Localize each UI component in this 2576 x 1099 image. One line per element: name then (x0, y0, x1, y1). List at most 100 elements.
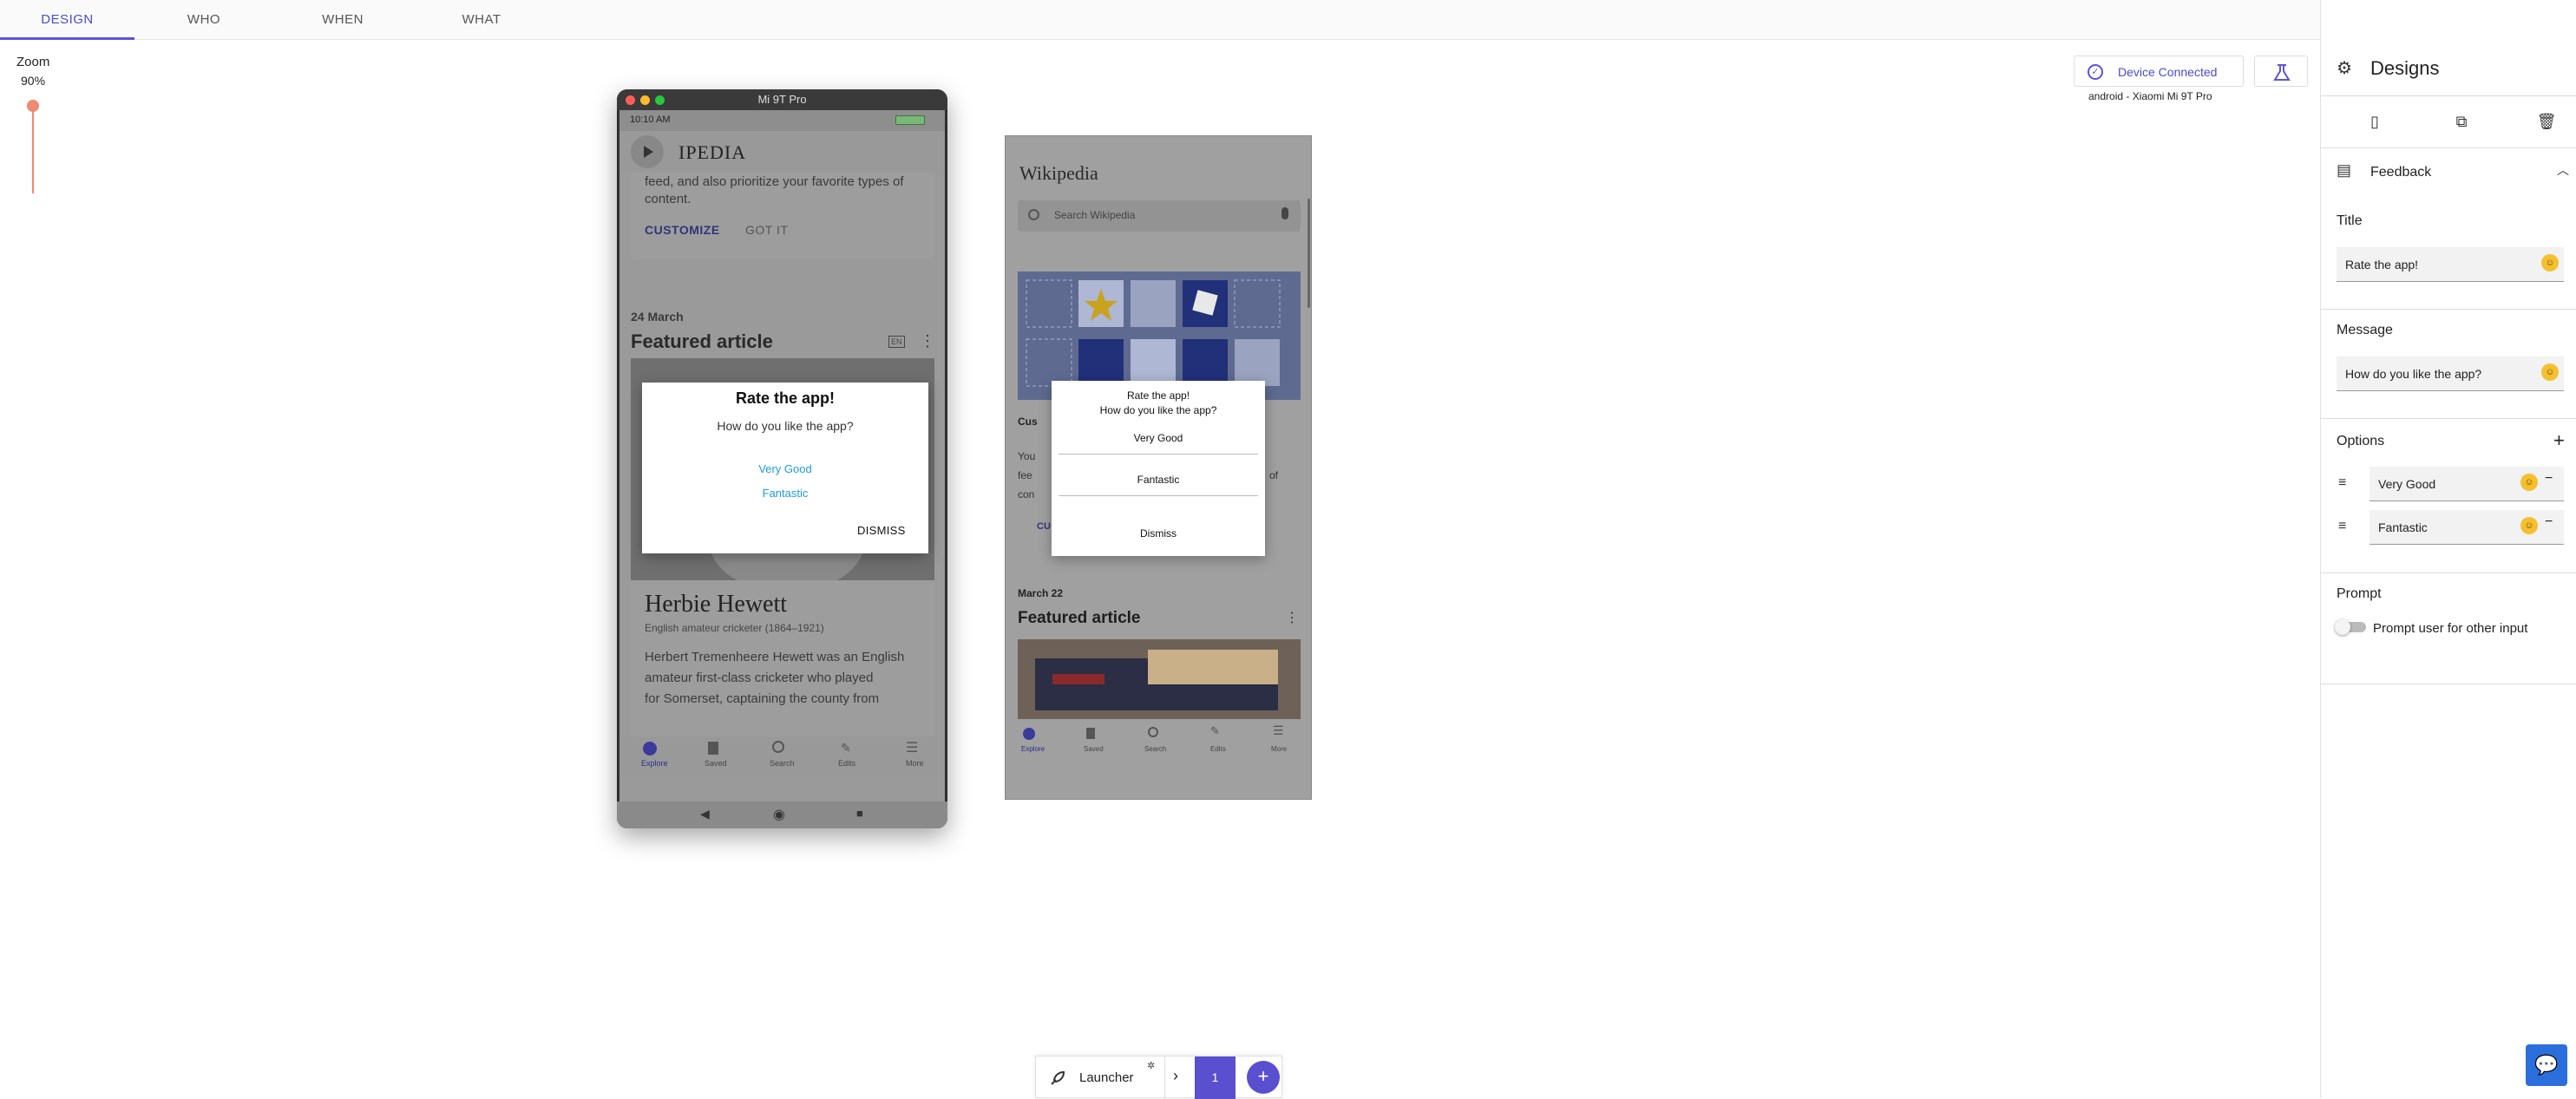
article-title: Herbie Hewett (645, 591, 788, 618)
card-text-2: fee (1018, 469, 1032, 481)
emoji-icon[interactable]: ☺ (2541, 363, 2559, 381)
add-screen-button[interactable]: + (1247, 1061, 1280, 1094)
launcher-label[interactable]: Launcher (1079, 1070, 1134, 1085)
device-titlebar: Mi 9T Pro (617, 89, 947, 110)
language-badge: EN (888, 336, 905, 348)
battery-icon (895, 115, 925, 125)
nav-search[interactable]: Search (770, 759, 795, 768)
preview-scrollbar[interactable] (1308, 199, 1310, 308)
got-it-button[interactable]: GOT IT (745, 223, 788, 237)
message-input[interactable]: How do you like the app? (2337, 357, 2564, 391)
device-info: android - Xiaomi Mi 9T Pro (2088, 90, 2212, 102)
nav-more[interactable]: More (906, 759, 924, 768)
card-text-1: You (1018, 450, 1036, 462)
page-1-button[interactable]: 1 (1195, 1056, 1236, 1099)
device-connected-button[interactable]: ✓ Device Connected (2074, 56, 2244, 87)
tab-design[interactable]: DESIGN (0, 0, 134, 40)
tab-when[interactable]: WHEN (273, 0, 412, 40)
trash-icon[interactable]: 🗑 (2536, 111, 2557, 132)
preview-nav-explore[interactable]: Explore (1021, 745, 1045, 753)
preview-nav-edits[interactable]: Edits (1210, 745, 1226, 753)
nav-edits[interactable]: Edits (838, 759, 855, 768)
options-label: Options (2337, 434, 2385, 448)
wikipedia-logo: Wikipedia (1019, 162, 1098, 184)
preview-option-fantastic[interactable]: Fantastic (1052, 474, 1265, 486)
preview-dialog-message: How do you like the app? (1099, 404, 1217, 416)
card-link-partial[interactable]: CU (1037, 521, 1051, 532)
tab-what[interactable]: WHAT (412, 0, 551, 40)
zoom-slider-track[interactable] (32, 100, 34, 193)
phone-icon[interactable]: ▯ (2364, 111, 2385, 132)
add-option-icon[interactable]: + (2553, 429, 2565, 452)
gear-icon[interactable]: ✲ (1147, 1060, 1155, 1071)
recents-icon[interactable]: ■ (856, 807, 863, 820)
dialog-option-very-good[interactable]: Very Good (642, 462, 928, 475)
search-icon (1148, 727, 1158, 737)
check-circle-icon: ✓ (2088, 64, 2103, 80)
design-preview[interactable]: Wikipedia Search Wikipedia Cus You fee c… (1005, 135, 1312, 800)
edit-icon: ✎ (1210, 724, 1220, 737)
tab-who[interactable]: WHO (134, 0, 273, 40)
dialog-option-fantastic[interactable]: Fantastic (642, 487, 928, 500)
app-title: IPEDIA (678, 141, 747, 163)
article-line-2: amateur first-class cricketer who played (645, 671, 874, 685)
card-text: feed, and also prioritize your favorite … (645, 174, 904, 189)
chat-icon[interactable]: 💬 (2526, 1044, 2567, 1086)
divider (2321, 309, 2576, 310)
preview-option-very-good[interactable]: Very Good (1052, 432, 1265, 444)
divider (1164, 1056, 1165, 1099)
preview-more-icon[interactable]: ⋮ (1285, 609, 1299, 626)
preview-nav-saved[interactable]: Saved (1084, 745, 1104, 753)
nav-explore[interactable]: Explore (641, 759, 668, 768)
zoom-slider-thumb[interactable] (27, 100, 39, 112)
dialog-dismiss-button[interactable]: DISMISS (857, 524, 906, 537)
emoji-icon[interactable]: ☺ (2520, 474, 2538, 491)
divider (2321, 147, 2576, 148)
chevron-right-icon[interactable]: › (1173, 1067, 1178, 1085)
customize-card: feed, and also prioritize your favorite … (631, 173, 934, 259)
explore-icon (643, 742, 657, 756)
status-bar: 10:10 AM (619, 110, 945, 131)
app-bottom-nav: Explore Saved Search Edits More ✎ ☰ (619, 736, 945, 775)
drag-handle-icon[interactable]: ≡ (2338, 475, 2346, 491)
remove-option-icon[interactable]: − (2545, 514, 2553, 530)
preview-dialog-title: Rate the app! (1126, 389, 1190, 402)
card-title-partial: Cus (1018, 415, 1038, 428)
preview-date: March 22 (1018, 587, 1064, 599)
sliders-icon: ⚙ (2337, 59, 2352, 78)
zoom-value: 90% (21, 74, 46, 88)
flask-icon (2273, 64, 2291, 81)
play-button[interactable] (631, 135, 664, 168)
emoji-icon[interactable]: ☺ (2541, 254, 2559, 271)
feedback-section-title: Feedback (2370, 165, 2432, 180)
preview-featured-heading: Featured article (1018, 609, 1141, 627)
nav-saved[interactable]: Saved (705, 759, 727, 768)
title-input[interactable]: Rate the app! (2337, 247, 2564, 282)
close-window-button[interactable] (626, 95, 635, 105)
preview-search-bar[interactable]: Search Wikipedia (1018, 200, 1301, 232)
prompt-toggle[interactable] (2335, 619, 2366, 635)
dialog-title: Rate the app! (735, 389, 835, 407)
prompt-toggle-label: Prompt user for other input (2373, 621, 2528, 636)
card-text-right: of (1269, 469, 1279, 481)
test-button[interactable] (2254, 56, 2308, 87)
drag-handle-icon[interactable]: ≡ (2338, 519, 2346, 534)
preview-dismiss-button[interactable]: Dismiss (1052, 527, 1265, 540)
emoji-icon[interactable]: ☺ (2520, 517, 2538, 534)
more-options-icon[interactable]: ⋮ (920, 332, 935, 350)
featured-heading: Featured article (631, 330, 773, 352)
minimize-window-button[interactable] (640, 95, 650, 105)
chevron-up-icon[interactable]: ︿ (2557, 161, 2569, 179)
preview-nav-search[interactable]: Search (1144, 745, 1166, 753)
home-icon[interactable]: ◉ (773, 806, 785, 823)
back-icon[interactable]: ◀ (700, 807, 710, 821)
preview-nav-more[interactable]: More (1271, 745, 1287, 753)
duplicate-icon[interactable]: ⧉ (2451, 111, 2472, 132)
customize-button[interactable]: CUSTOMIZE (645, 223, 720, 237)
title-label: Title (2337, 213, 2363, 228)
option-divider (1059, 495, 1258, 496)
maximize-window-button[interactable] (655, 95, 665, 105)
remove-option-icon[interactable]: − (2545, 471, 2553, 487)
menu-icon: ☰ (906, 741, 919, 756)
device-screen[interactable]: 10:10 AM IPEDIA feed, and also prioritiz… (619, 110, 945, 801)
